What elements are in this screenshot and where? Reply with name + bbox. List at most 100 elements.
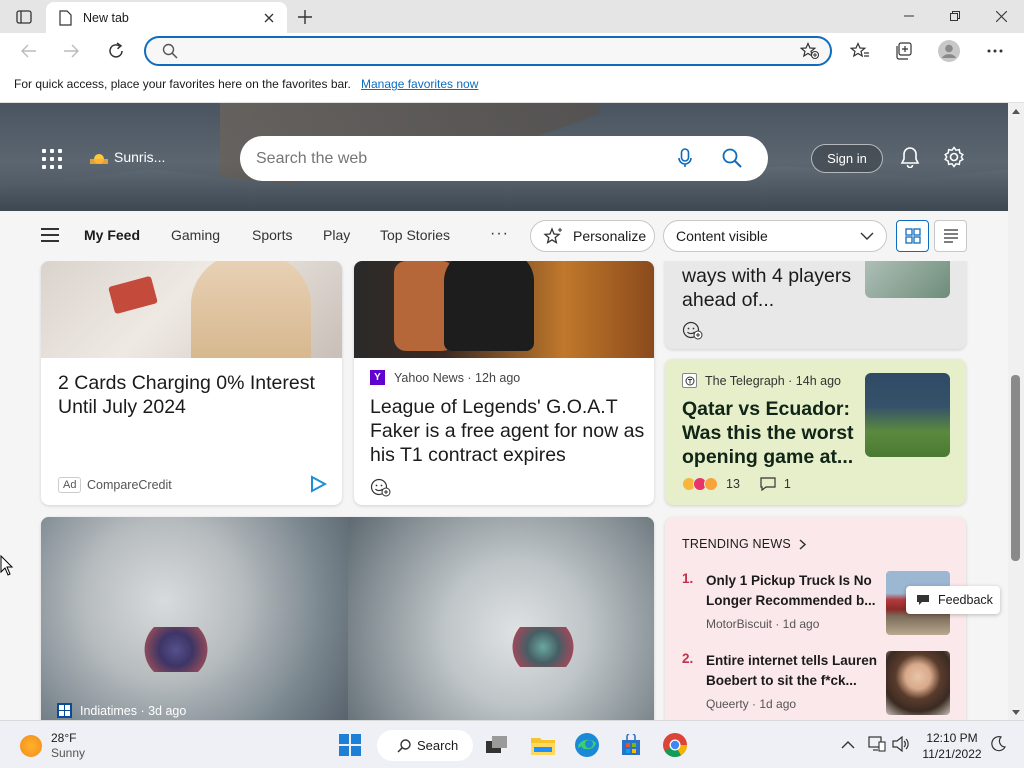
source-label: Yahoo News · 12h ago	[394, 370, 521, 385]
nav-my-feed[interactable]: My Feed	[84, 227, 140, 243]
microphone-icon[interactable]	[678, 148, 692, 173]
scroll-up-arrow-icon[interactable]	[1011, 106, 1021, 116]
close-icon	[995, 10, 1007, 22]
forward-button[interactable]	[56, 36, 86, 66]
add-reaction-icon[interactable]	[370, 478, 392, 498]
add-reaction-icon[interactable]	[682, 321, 704, 341]
minimize-button[interactable]	[886, 0, 932, 32]
card-headline[interactable]: ways with 4 players ahead of...	[682, 264, 862, 312]
nav-top-stories[interactable]: Top Stories	[380, 227, 450, 243]
trending-title[interactable]: Entire internet tells Lauren Boebert to …	[706, 651, 878, 691]
clock-date: 11/21/2022	[922, 747, 982, 761]
trending-item[interactable]: 2. Entire internet tells Lauren Boebert …	[682, 651, 952, 720]
search-icon[interactable]	[722, 148, 742, 173]
nav-sports[interactable]: Sports	[252, 227, 292, 243]
article-thumbnail	[865, 373, 950, 457]
web-search-input[interactable]	[256, 148, 656, 170]
surprised-emoji-icon[interactable]	[704, 477, 718, 491]
feedback-button[interactable]: Feedback	[906, 586, 1000, 614]
task-view-icon	[486, 736, 507, 753]
web-search-box[interactable]	[240, 136, 768, 181]
profile-button[interactable]	[934, 36, 964, 66]
app-launcher-button[interactable]	[42, 149, 62, 169]
favorites-button[interactable]	[845, 36, 875, 66]
edge-browser-button[interactable]	[571, 729, 603, 761]
page-icon	[59, 9, 73, 26]
weather-widget[interactable]: 28°F Sunny	[20, 731, 85, 761]
start-button[interactable]	[334, 729, 366, 761]
grid-icon	[904, 228, 921, 244]
network-icon[interactable]	[868, 736, 886, 757]
news-card[interactable]: The Telegraph · 14h ago Qatar vs Ecuador…	[665, 359, 966, 505]
microsoft-store-button[interactable]	[615, 729, 647, 761]
article-image	[348, 517, 654, 720]
feed-navigation: My Feed Gaming Sports Play Top Stories ·…	[0, 211, 1008, 261]
news-card[interactable]: ways with 4 players ahead of...	[665, 261, 966, 349]
file-explorer-button[interactable]	[527, 729, 559, 761]
add-favorite-button[interactable]	[799, 42, 820, 65]
ad-card[interactable]: 2 Cards Charging 0% Interest Until July …	[41, 261, 342, 505]
close-window-button[interactable]	[978, 0, 1024, 32]
trending-meta: Queerty · 1d ago	[706, 697, 797, 711]
personalize-button[interactable]: Personalize	[530, 220, 655, 252]
reactions-row: 13 1	[682, 477, 791, 491]
nav-more-button[interactable]: ···	[490, 225, 509, 243]
nav-play[interactable]: Play	[323, 227, 350, 243]
restore-button[interactable]	[932, 0, 978, 32]
show-hidden-icons-button[interactable]	[841, 736, 855, 754]
settings-more-button[interactable]	[980, 36, 1010, 66]
notifications-bell-icon[interactable]	[899, 146, 921, 173]
nav-gaming[interactable]: Gaming	[171, 227, 220, 243]
collections-button[interactable]	[889, 36, 919, 66]
scroll-down-arrow-icon[interactable]	[1011, 707, 1021, 717]
list-view-button[interactable]	[934, 220, 967, 252]
taskbar: 28°F Sunny Search 12:10 PM 11/21/2022	[0, 720, 1024, 768]
manage-favorites-link[interactable]: Manage favorites now	[361, 77, 478, 91]
weather-widget[interactable]: Sunris...	[90, 149, 165, 165]
content-visibility-value: Content visible	[676, 228, 768, 244]
favorites-icon	[850, 42, 869, 58]
grid-view-button[interactable]	[896, 220, 929, 252]
comment-icon[interactable]	[760, 477, 776, 491]
address-bar[interactable]	[144, 36, 832, 66]
trending-thumbnail	[886, 651, 950, 715]
chevron-up-icon	[841, 741, 855, 749]
star-add-icon	[799, 42, 820, 60]
content-visibility-dropdown[interactable]: Content visible	[663, 220, 887, 252]
address-input[interactable]	[186, 41, 766, 61]
trending-heading-label: TRENDING NEWS	[682, 537, 791, 551]
search-icon	[397, 738, 411, 753]
do-not-disturb-icon[interactable]	[990, 736, 1006, 757]
close-tab-button[interactable]	[259, 8, 279, 28]
browser-tab[interactable]: New tab	[46, 2, 287, 33]
news-card[interactable]: Indiatimes · 3d ago	[41, 517, 654, 720]
card-headline[interactable]: League of Legends' G.O.A.T Faker is a fr…	[370, 395, 645, 467]
system-clock[interactable]: 12:10 PM 11/21/2022	[917, 730, 987, 762]
volume-icon[interactable]	[892, 735, 910, 757]
comment-count: 1	[783, 477, 791, 491]
news-card[interactable]: Y Yahoo News · 12h ago League of Legends…	[354, 261, 654, 505]
taskbar-search-button[interactable]: Search	[377, 730, 473, 761]
new-tab-button[interactable]	[293, 5, 317, 29]
refresh-icon	[109, 42, 123, 58]
indiatimes-logo-icon	[57, 703, 72, 718]
refresh-button[interactable]	[101, 36, 131, 66]
tab-actions-button[interactable]	[8, 5, 40, 29]
chrome-browser-button[interactable]	[659, 729, 691, 761]
menu-button[interactable]	[41, 228, 59, 242]
hero-banner: Sunris... Sign in	[0, 103, 1008, 211]
task-view-button[interactable]	[481, 729, 513, 761]
scrollbar-thumb[interactable]	[1011, 375, 1020, 561]
trending-title[interactable]: Only 1 Pickup Truck Is No Longer Recomme…	[706, 571, 878, 611]
trending-meta: MotorBiscuit · 1d ago	[706, 617, 820, 631]
article-source: Y Yahoo News · 12h ago	[370, 370, 520, 385]
sign-in-button[interactable]: Sign in	[811, 144, 883, 173]
gear-icon[interactable]	[943, 146, 965, 173]
page-scrollbar[interactable]	[1008, 103, 1024, 720]
card-headline[interactable]: Qatar vs Ecuador: Was this the worst ope…	[682, 397, 862, 469]
card-headline[interactable]: 2 Cards Charging 0% Interest Until July …	[58, 371, 333, 419]
trending-heading[interactable]: TRENDING NEWS	[682, 537, 806, 551]
adchoices-icon[interactable]	[309, 475, 328, 498]
back-button[interactable]	[14, 36, 44, 66]
feedback-icon	[916, 594, 930, 607]
